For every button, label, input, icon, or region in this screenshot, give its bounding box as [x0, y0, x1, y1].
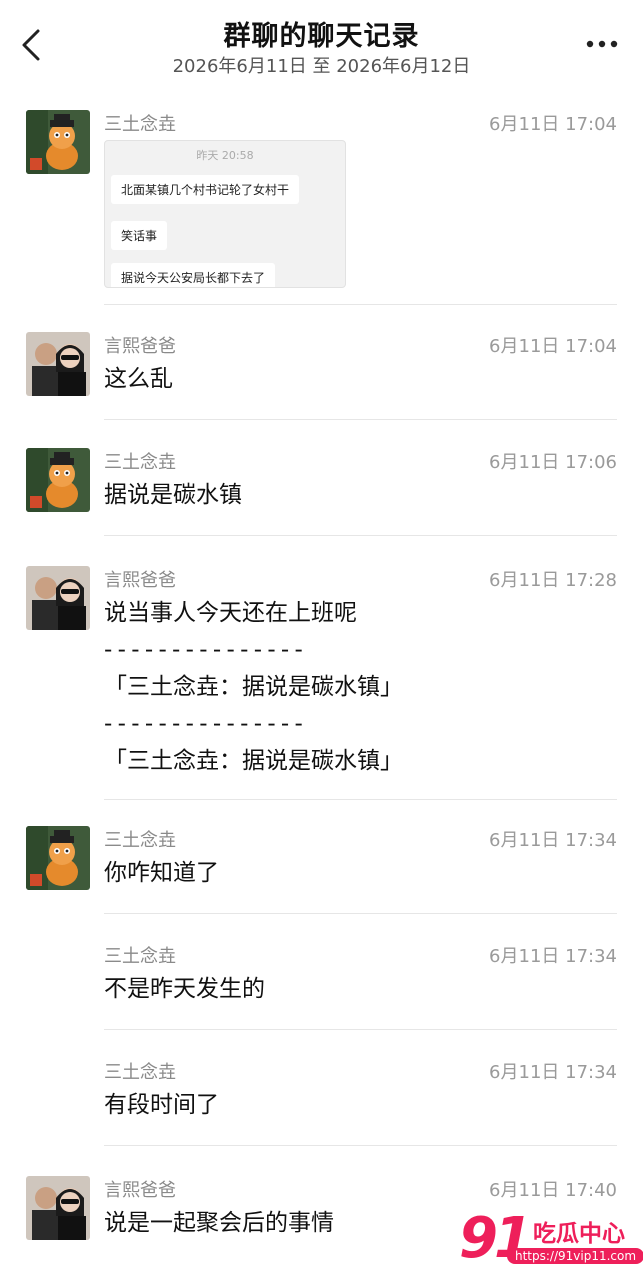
message-text: 你咋知道了: [104, 860, 219, 886]
divider: [104, 799, 617, 800]
page-title: 群聊的聊天记录: [223, 21, 420, 52]
message-time: 6月11日 17:34: [489, 946, 617, 967]
more-horizontal-icon[interactable]: [585, 30, 619, 58]
quoted-message[interactable]: 「三土念垚：据说是碳水镇」: [104, 745, 403, 778]
avatar[interactable]: [26, 110, 90, 174]
sender-name: 三土念垚: [104, 946, 176, 967]
message-item: 言熙爸爸 6月11日 17:28 说当事人今天还在上班呢 - - - - - -…: [0, 566, 643, 800]
sender-name: 三土念垚: [104, 1062, 176, 1083]
watermark-url: https://91vip11.com: [507, 1248, 643, 1264]
image-text-line: 据说今天公安局长都下去了: [111, 263, 276, 287]
message-time: 6月11日 17:06: [489, 452, 617, 473]
image-timestamp: 昨天 20:58: [196, 149, 254, 162]
image-text-line: 笑话事: [111, 221, 168, 250]
image-text-line: 北面某镇几个村书记轮了女村干: [111, 175, 300, 204]
quoted-message[interactable]: 「三土念垚：据说是碳水镇」: [104, 671, 403, 704]
avatar[interactable]: [26, 566, 90, 630]
message-item: 三土念垚 6月11日 17:34 你咋知道了: [0, 826, 643, 914]
watermark-label: 吃瓜中心: [533, 1221, 625, 1247]
message-text: 说当事人今天还在上班呢: [104, 600, 357, 626]
message-text: 这么乱: [104, 366, 173, 392]
message-item: 三土念垚 6月11日 17:34 不是昨天发生的: [0, 942, 643, 1030]
sender-name: 三土念垚: [104, 452, 176, 473]
avatar[interactable]: [26, 1176, 90, 1240]
message-item: 三土念垚 6月11日 17:04 昨天 20:58 北面某镇几个村书记轮了女村干…: [0, 110, 643, 306]
message-time: 6月11日 17:28: [489, 570, 617, 591]
divider: [104, 535, 617, 536]
sender-name: 言熙爸爸: [104, 570, 176, 591]
sender-name: 言熙爸爸: [104, 336, 176, 357]
image-message[interactable]: 昨天 20:58 北面某镇几个村书记轮了女村干 笑话事 据说今天公安局长都下去了: [104, 140, 346, 288]
quote-separator: - - - - - - - - - - - - - - -: [104, 711, 303, 737]
message-text: 据说是碳水镇: [104, 482, 242, 508]
watermark-logo: 91 吃瓜中心 https://91vip11.com: [459, 1206, 643, 1272]
message-item: 三土念垚 6月11日 17:34 有段时间了: [0, 1058, 643, 1146]
divider: [104, 913, 617, 914]
message-time: 6月11日 17:40: [489, 1180, 617, 1201]
divider: [104, 1029, 617, 1030]
message-time: 6月11日 17:34: [489, 1062, 617, 1083]
quote-separator: - - - - - - - - - - - - - - -: [104, 637, 303, 663]
avatar[interactable]: [26, 826, 90, 890]
message-item: 三土念垚 6月11日 17:06 据说是碳水镇: [0, 448, 643, 536]
divider: [104, 1145, 617, 1146]
divider: [104, 419, 617, 420]
sender-name: 三土念垚: [104, 830, 176, 851]
message-time: 6月11日 17:04: [489, 114, 617, 135]
date-range: 2026年6月11日 至 2026年6月12日: [172, 56, 471, 77]
message-item: 言熙爸爸 6月11日 17:04 这么乱: [0, 332, 643, 420]
avatar[interactable]: [26, 332, 90, 396]
message-text: 说是一起聚会后的事情: [104, 1210, 334, 1236]
sender-name: 三土念垚: [104, 114, 176, 135]
message-text: 有段时间了: [104, 1092, 219, 1118]
message-text: 不是昨天发生的: [104, 976, 265, 1002]
avatar[interactable]: [26, 448, 90, 512]
divider: [104, 304, 617, 305]
message-time: 6月11日 17:34: [489, 830, 617, 851]
message-time: 6月11日 17:04: [489, 336, 617, 357]
chat-record-header: 群聊的聊天记录 2026年6月11日 至 2026年6月12日: [0, 0, 643, 96]
sender-name: 言熙爸爸: [104, 1180, 176, 1201]
